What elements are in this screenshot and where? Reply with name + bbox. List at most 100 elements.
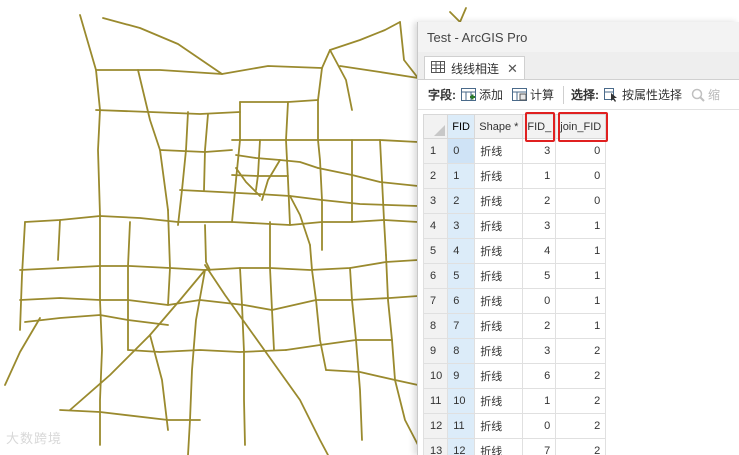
table-row[interactable]: 4 3 折线 3 1	[422, 213, 607, 239]
row-number[interactable]: 10	[422, 363, 449, 389]
cell-fid-underscore[interactable]: 0	[522, 413, 557, 439]
row-number[interactable]: 8	[422, 313, 449, 339]
cell-fid-underscore[interactable]: 2	[522, 188, 557, 214]
cell-join-fid[interactable]: 2	[555, 438, 607, 455]
cell-shape[interactable]: 折线	[474, 188, 524, 214]
cell-fid-underscore[interactable]: 0	[522, 288, 557, 314]
add-field-button[interactable]: 添加	[461, 86, 503, 103]
cell-shape[interactable]: 折线	[474, 388, 524, 414]
row-number[interactable]: 5	[422, 238, 449, 264]
row-number[interactable]: 4	[422, 213, 449, 239]
column-header-join-fid[interactable]: join_FID	[555, 114, 607, 139]
calculate-label: 计算	[530, 88, 555, 102]
table-row[interactable]: 7 6 折线 0 1	[422, 288, 607, 314]
cell-join-fid[interactable]: 2	[555, 363, 607, 389]
cell-fid[interactable]: 6	[447, 288, 476, 314]
cell-join-fid[interactable]: 1	[555, 238, 607, 264]
table-row[interactable]: 5 4 折线 4 1	[422, 238, 607, 264]
calculate-icon	[512, 88, 528, 101]
watermark: 大数跨境	[6, 431, 63, 446]
cell-join-fid[interactable]: 0	[555, 163, 607, 189]
cell-fid[interactable]: 11	[447, 413, 476, 439]
column-header-fid-underscore[interactable]: FID_	[522, 114, 557, 139]
calculate-field-button[interactable]: 计算	[512, 86, 554, 103]
cell-fid-underscore[interactable]: 1	[522, 163, 557, 189]
cell-shape[interactable]: 折线	[474, 313, 524, 339]
cell-join-fid[interactable]: 1	[555, 288, 607, 314]
table-row[interactable]: 2 1 折线 1 0	[422, 163, 607, 189]
cell-join-fid[interactable]: 2	[555, 338, 607, 364]
select-all-corner[interactable]	[422, 114, 449, 139]
cell-shape[interactable]: 折线	[474, 413, 524, 439]
cell-join-fid[interactable]: 1	[555, 213, 607, 239]
table-icon	[431, 61, 445, 76]
select-by-attributes-icon	[604, 87, 618, 102]
tab-table[interactable]: 线线相连 ✕	[424, 56, 525, 80]
row-number[interactable]: 7	[422, 288, 449, 314]
select-by-attributes-button[interactable]: 按属性选择	[604, 86, 682, 103]
fields-label: 字段:	[428, 88, 456, 102]
cell-fid-underscore[interactable]: 1	[522, 388, 557, 414]
table-row[interactable]: 11 10 折线 1 2	[422, 388, 607, 414]
cell-shape[interactable]: 折线	[474, 288, 524, 314]
table-row[interactable]: 8 7 折线 2 1	[422, 313, 607, 339]
cell-join-fid[interactable]: 0	[555, 188, 607, 214]
zoom-label: 缩	[708, 88, 721, 102]
row-number[interactable]: 2	[422, 163, 449, 189]
table-row[interactable]: 12 11 折线 0 2	[422, 413, 607, 439]
row-number[interactable]: 13	[422, 438, 449, 455]
cell-fid-underscore[interactable]: 4	[522, 238, 557, 264]
cell-shape[interactable]: 折线	[474, 163, 524, 189]
table-row[interactable]: 6 5 折线 5 1	[422, 263, 607, 289]
row-number[interactable]: 1	[422, 138, 449, 164]
tab-strip: 线线相连 ✕	[418, 52, 739, 80]
cell-fid[interactable]: 4	[447, 238, 476, 264]
cell-fid-underscore[interactable]: 7	[522, 438, 557, 455]
cell-fid[interactable]: 9	[447, 363, 476, 389]
cell-fid-underscore[interactable]: 3	[522, 213, 557, 239]
cell-fid[interactable]: 7	[447, 313, 476, 339]
zoom-to-button[interactable]: 缩	[691, 86, 720, 103]
cell-shape[interactable]: 折线	[474, 338, 524, 364]
table-body: 1 0 折线 3 0 2 1 折线 1 0 3 2 折线 2 0 4 3 折线 3 1 5 4 折线 4 1 6 5 折线 5 1 7 6 折线…	[422, 138, 607, 455]
cell-fid-underscore[interactable]: 6	[522, 363, 557, 389]
cell-shape[interactable]: 折线	[474, 138, 524, 164]
cell-shape[interactable]: 折线	[474, 363, 524, 389]
column-header-fid[interactable]: FID	[447, 114, 476, 139]
cell-fid-underscore[interactable]: 2	[522, 313, 557, 339]
cell-join-fid[interactable]: 2	[555, 413, 607, 439]
close-icon[interactable]: ✕	[507, 61, 518, 77]
cell-shape[interactable]: 折线	[474, 213, 524, 239]
cell-join-fid[interactable]: 2	[555, 388, 607, 414]
cell-join-fid[interactable]: 0	[555, 138, 607, 164]
row-number[interactable]: 12	[422, 413, 449, 439]
cell-fid[interactable]: 1	[447, 163, 476, 189]
cell-join-fid[interactable]: 1	[555, 263, 607, 289]
row-number[interactable]: 11	[422, 388, 449, 414]
table-row[interactable]: 10 9 折线 6 2	[422, 363, 607, 389]
cell-fid-underscore[interactable]: 3	[522, 338, 557, 364]
window-titlebar[interactable]: Test - ArcGIS Pro	[418, 22, 739, 52]
cell-fid[interactable]: 8	[447, 338, 476, 364]
cell-shape[interactable]: 折线	[474, 238, 524, 264]
cell-shape[interactable]: 折线	[474, 263, 524, 289]
table-row[interactable]: 3 2 折线 2 0	[422, 188, 607, 214]
cell-fid-underscore[interactable]: 3	[522, 138, 557, 164]
selection-label: 选择:	[571, 88, 600, 102]
table-row[interactable]: 13 12 折线 7 2	[422, 438, 607, 455]
cell-fid[interactable]: 3	[447, 213, 476, 239]
cell-fid[interactable]: 2	[447, 188, 476, 214]
cell-shape[interactable]: 折线	[474, 438, 524, 455]
cell-fid[interactable]: 10	[447, 388, 476, 414]
row-number[interactable]: 9	[422, 338, 449, 364]
column-header-shape[interactable]: Shape *	[474, 114, 524, 139]
row-number[interactable]: 6	[422, 263, 449, 289]
table-row[interactable]: 1 0 折线 3 0	[422, 138, 607, 164]
table-row[interactable]: 9 8 折线 3 2	[422, 338, 607, 364]
row-number[interactable]: 3	[422, 188, 449, 214]
cell-fid[interactable]: 12	[447, 438, 476, 455]
cell-join-fid[interactable]: 1	[555, 313, 607, 339]
cell-fid-underscore[interactable]: 5	[522, 263, 557, 289]
cell-fid[interactable]: 5	[447, 263, 476, 289]
cell-fid[interactable]: 0	[447, 138, 476, 164]
